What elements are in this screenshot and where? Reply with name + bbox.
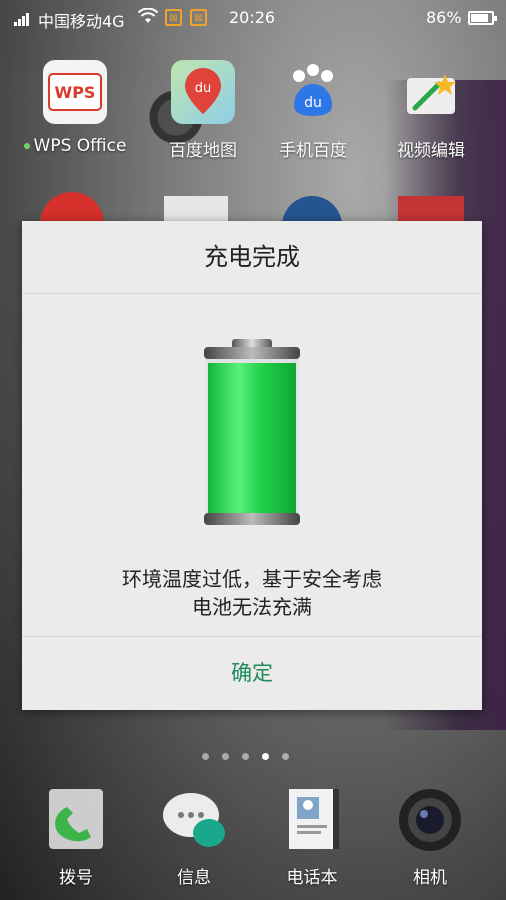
mobile-baidu-icon: du — [281, 60, 345, 124]
dock-app-contacts[interactable]: 电话本 — [262, 787, 362, 888]
page-dot[interactable] — [242, 753, 249, 760]
phone-dialer-icon — [43, 787, 109, 853]
video-editor-icon — [399, 60, 463, 124]
dialog-message-line2: 电池无法充满 — [192, 595, 312, 619]
clock: 20:26 — [229, 8, 276, 27]
status-bar: 中国移动4G ⊠ ⊠ 20:26 86% — [0, 0, 506, 36]
dialog-title: 充电完成 — [22, 221, 482, 294]
app-label: 手机百度 — [279, 141, 347, 161]
page-dot[interactable] — [202, 753, 209, 760]
carrier-label: 中国移动4G — [38, 12, 125, 31]
charging-complete-dialog: 充电完成 环境温度过低，基于安全考虑 电池无法充满 确定 — [22, 221, 482, 710]
app-label: 视频编辑 — [397, 141, 465, 161]
app-label: 百度地图 — [169, 141, 237, 161]
ok-button[interactable]: 确定 — [22, 637, 482, 710]
svg-text:du: du — [304, 95, 322, 111]
app-label: WPS Office — [33, 136, 127, 156]
page-dot[interactable] — [282, 753, 289, 760]
battery-full-icon — [202, 339, 302, 529]
wps-office-icon: WPS — [43, 60, 107, 124]
battery-percent: 86% — [426, 8, 462, 27]
battery-icon — [468, 11, 497, 25]
notification-icon: ⊠ — [190, 9, 207, 26]
svg-text:du: du — [195, 81, 212, 96]
app-label: 信息 — [177, 868, 211, 888]
contacts-icon — [279, 787, 345, 853]
camera-icon — [397, 787, 463, 853]
app-baidu-map[interactable]: du 百度地图 — [148, 60, 258, 161]
page-dot[interactable] — [222, 753, 229, 760]
page-dot-active[interactable] — [262, 753, 269, 760]
signal-icon — [14, 12, 32, 26]
app-video-editor[interactable]: 视频编辑 — [376, 60, 486, 161]
app-mobile-baidu[interactable]: du 手机百度 — [258, 60, 368, 161]
svg-text:WPS: WPS — [55, 83, 96, 102]
app-label: 拨号 — [59, 868, 93, 888]
app-wps-office[interactable]: WPS WPS Office — [20, 60, 130, 156]
app-label: 电话本 — [286, 868, 338, 888]
dialog-message-line1: 环境温度过低，基于安全考虑 — [122, 567, 382, 591]
messages-icon — [161, 787, 227, 853]
baidu-map-icon: du — [171, 60, 235, 124]
page-indicator — [202, 745, 302, 764]
dock-app-messages[interactable]: 信息 — [144, 787, 244, 888]
notification-icon: ⊠ — [165, 9, 182, 26]
wifi-icon — [137, 7, 159, 28]
dock-app-camera[interactable]: 相机 — [380, 787, 480, 888]
new-app-dot — [23, 143, 30, 149]
dock-app-dialer[interactable]: 拨号 — [26, 787, 126, 888]
app-label: 相机 — [413, 868, 447, 888]
